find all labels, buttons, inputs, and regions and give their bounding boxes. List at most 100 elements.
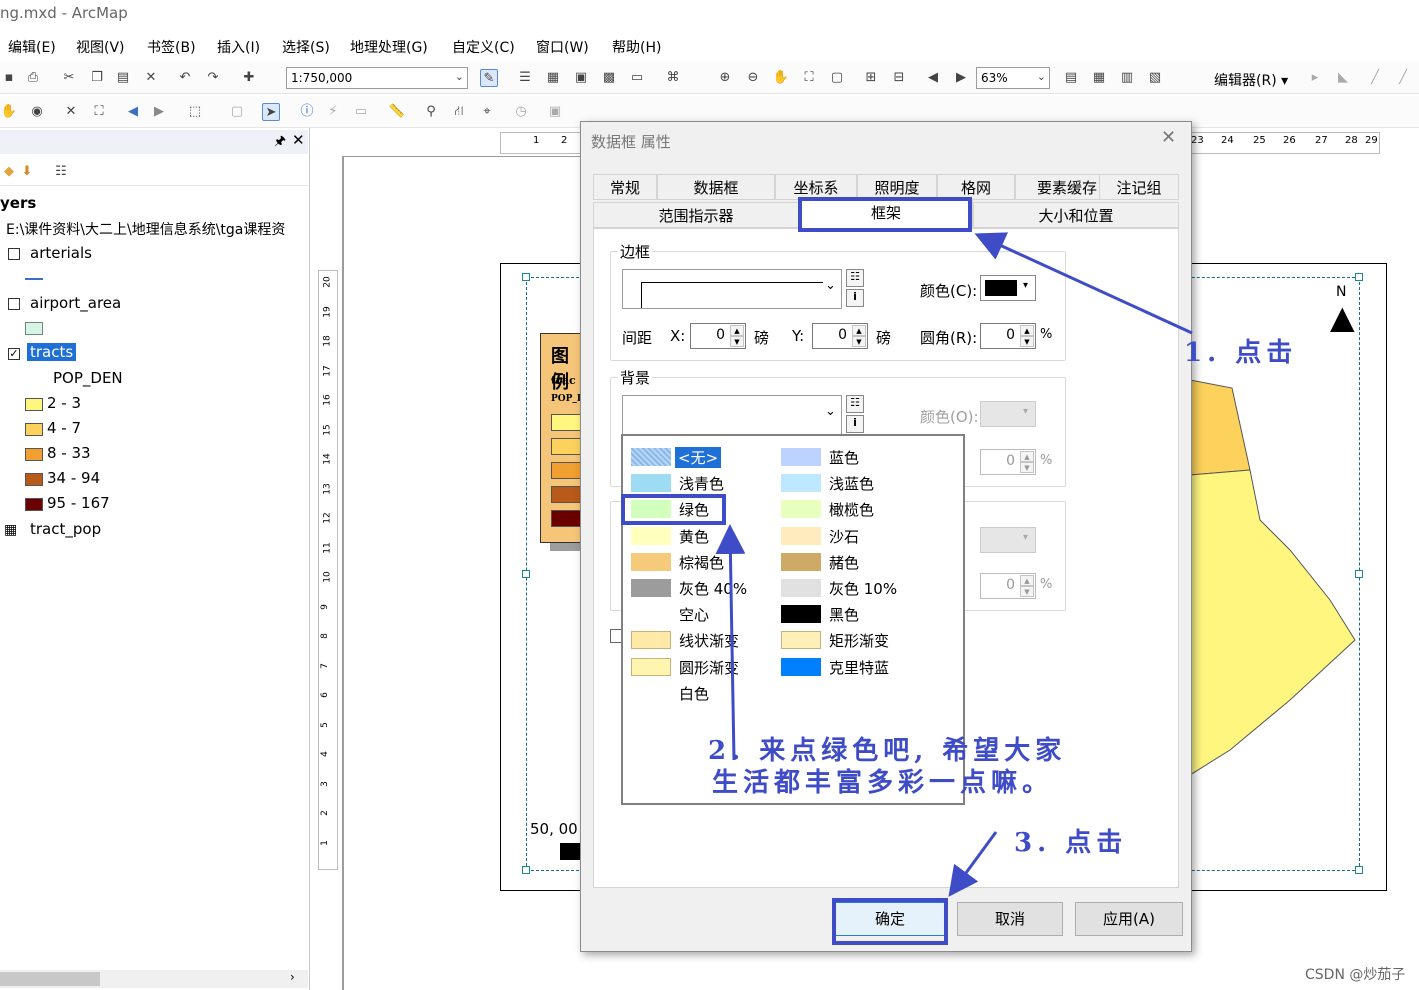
back-extent-icon[interactable]: ◀: [924, 69, 942, 87]
find-icon[interactable]: ⚲: [422, 103, 440, 121]
layer-name-tracts[interactable]: tracts: [27, 343, 77, 361]
spin-down-icon[interactable]: ▼: [852, 336, 866, 347]
globe-icon[interactable]: ◉: [28, 103, 46, 121]
menu-view[interactable]: 视图(V): [76, 37, 125, 57]
arctoolbox-icon[interactable]: ▩: [600, 69, 618, 87]
select-features-icon[interactable]: ⬚: [186, 103, 204, 121]
search-window-icon[interactable]: ▣: [572, 69, 590, 87]
spin-up-icon[interactable]: ▲: [852, 325, 866, 336]
delete-icon[interactable]: ✕: [142, 69, 160, 87]
legend-frame[interactable]: 图例 trac POP_D: [540, 333, 585, 543]
spin-down-icon[interactable]: ▼: [1020, 336, 1034, 347]
palette-item[interactable]: <无>: [631, 446, 781, 468]
layer-name-airport-area[interactable]: airport_area: [30, 294, 121, 312]
selection-handle[interactable]: [1355, 866, 1363, 874]
palette-item[interactable]: 圆形渐变: [631, 656, 781, 678]
toc-dataframe[interactable]: yers: [0, 194, 36, 212]
tab-general[interactable]: 常规: [593, 174, 657, 200]
fixed-zoom-out-icon[interactable]: ⊟: [890, 69, 908, 87]
time-slider-icon[interactable]: ◷: [512, 103, 530, 121]
viewer-window-icon[interactable]: ▣: [546, 103, 564, 121]
menu-customize[interactable]: 自定义(C): [452, 37, 515, 57]
menu-edit[interactable]: 编辑(E): [8, 37, 56, 57]
list-by-drawing-order-icon[interactable]: ◆: [0, 163, 18, 181]
layer-name-arterials[interactable]: arterials: [30, 244, 92, 262]
straight-segment-icon[interactable]: ╱: [1366, 69, 1384, 87]
close-icon[interactable]: ✕: [1161, 127, 1176, 148]
palette-item[interactable]: 线状渐变: [631, 629, 781, 651]
fixed-zoom-in-map-icon[interactable]: ✕: [62, 103, 80, 121]
python-icon[interactable]: ▭: [628, 69, 646, 87]
zoom-in-page-icon[interactable]: ⊕: [716, 69, 734, 87]
model-builder-icon[interactable]: ⌘: [664, 69, 682, 87]
palette-item[interactable]: 克里特蓝: [781, 656, 931, 678]
palette-item[interactable]: 白色: [631, 682, 781, 704]
redo-icon[interactable]: ↷: [204, 69, 222, 87]
menu-geoprocessing[interactable]: 地理处理(G): [350, 37, 428, 57]
zoom-100-icon[interactable]: ▢: [828, 69, 846, 87]
map-scale-combo[interactable]: 1:750,000 ⌄: [286, 67, 468, 89]
measure-icon[interactable]: 📏: [388, 103, 406, 121]
shadow-radius-spinner[interactable]: 0 ▲ ▼: [980, 573, 1036, 599]
palette-item[interactable]: 灰色 40%: [631, 577, 781, 599]
palette-item[interactable]: 橄榄色: [781, 498, 931, 520]
tab-annotation-groups[interactable]: 注记组: [1099, 174, 1179, 200]
fixed-zoom-out-map-icon[interactable]: ⛶: [90, 103, 108, 121]
data-driven-pages-icon[interactable]: ▧: [1146, 69, 1164, 87]
palette-item[interactable]: 黄色: [631, 525, 781, 547]
spin-down-icon[interactable]: ▼: [1020, 462, 1034, 473]
chevron-right-icon[interactable]: ›: [290, 970, 295, 984]
palette-item[interactable]: 赭色: [781, 551, 931, 573]
menu-bookmarks[interactable]: 书签(B): [147, 37, 196, 57]
layer-checkbox-airport-area[interactable]: [8, 298, 20, 310]
border-color-picker[interactable]: ▾: [980, 275, 1036, 301]
edit-tool-icon[interactable]: ▸: [1306, 69, 1324, 87]
palette-item[interactable]: 浅青色: [631, 472, 781, 494]
hyperlink-icon[interactable]: ⚡: [324, 103, 342, 121]
spin-up-icon[interactable]: ▲: [1020, 451, 1034, 462]
spin-down-icon[interactable]: ▼: [730, 336, 744, 347]
spin-up-icon[interactable]: ▲: [730, 325, 744, 336]
background-color-picker[interactable]: ▾: [980, 401, 1036, 427]
table-name[interactable]: tract_pop: [30, 520, 101, 538]
toc-window-icon[interactable]: ☰: [516, 69, 534, 87]
select-elements-icon[interactable]: ➤: [262, 103, 280, 121]
copy-icon[interactable]: ❐: [88, 69, 106, 87]
tab-extent-indicators[interactable]: 范围指示器: [593, 202, 799, 228]
palette-item[interactable]: 棕褐色: [631, 551, 781, 573]
pan-page-icon[interactable]: ✋: [772, 69, 790, 87]
zoom-out-page-icon[interactable]: ⊖: [744, 69, 762, 87]
tab-size-and-position[interactable]: 大小和位置: [973, 202, 1179, 228]
trace-icon[interactable]: ╱: [1394, 69, 1412, 87]
forward-icon[interactable]: ▶: [150, 103, 168, 121]
border-selector-icon[interactable]: ☷: [846, 269, 864, 287]
palette-item[interactable]: 灰色 10%: [781, 577, 931, 599]
menu-help[interactable]: 帮助(H): [612, 37, 661, 57]
pan-icon[interactable]: ✋: [0, 103, 18, 121]
radius-spinner[interactable]: 0 ▲ ▼: [980, 323, 1036, 349]
editor-menu[interactable]: 编辑器(R) ▾: [1214, 70, 1288, 90]
cut-icon[interactable]: ✂: [60, 69, 78, 87]
selection-handle[interactable]: [522, 570, 530, 578]
palette-item[interactable]: 矩形渐变: [781, 629, 931, 651]
selection-handle[interactable]: [1355, 273, 1363, 281]
gap-y-spinner[interactable]: 0 ▲ ▼: [812, 323, 868, 349]
selection-handle[interactable]: [522, 273, 530, 281]
print-icon[interactable]: ⎙: [24, 69, 42, 87]
spin-up-icon[interactable]: ▲: [1020, 325, 1034, 336]
palette-item[interactable]: 蓝色: [781, 446, 931, 468]
change-layout-icon[interactable]: ▥: [1118, 69, 1136, 87]
menu-selection[interactable]: 选择(S): [282, 37, 330, 57]
palette-item[interactable]: 黑色: [781, 603, 931, 625]
palette-item[interactable]: 浅蓝色: [781, 472, 931, 494]
close-icon[interactable]: ✕: [292, 131, 305, 149]
spin-up-icon[interactable]: ▲: [1020, 575, 1034, 586]
back-icon[interactable]: ◀: [124, 103, 142, 121]
toggle-draft-icon[interactable]: ▤: [1062, 69, 1080, 87]
list-by-source-icon[interactable]: ⬇: [18, 163, 36, 181]
undo-icon[interactable]: ↶: [176, 69, 194, 87]
save-icon[interactable]: ▪: [0, 69, 18, 87]
toc-scrollbar[interactable]: ›: [0, 970, 308, 988]
add-data-icon[interactable]: ✚: [240, 69, 258, 87]
spin-down-icon[interactable]: ▼: [1020, 586, 1034, 597]
